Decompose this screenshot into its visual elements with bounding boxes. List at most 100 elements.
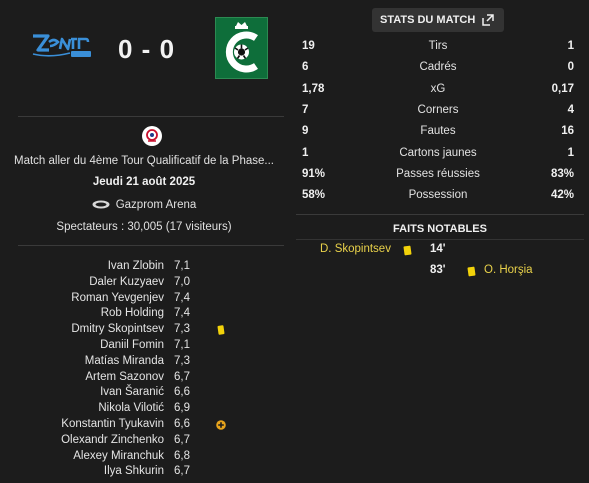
- stadium-info: Gazprom Arena: [0, 199, 288, 211]
- fact-player[interactable]: D. Skopintsev: [320, 243, 391, 255]
- player-name[interactable]: Olexandr Zinchenko: [61, 434, 164, 446]
- expand-icon: [482, 14, 494, 26]
- stat-label: Fautes: [420, 125, 456, 138]
- stat-home-value: 19: [302, 40, 315, 52]
- player-row[interactable]: Ivan Šaranić 6,6: [0, 386, 288, 402]
- player-name[interactable]: Matías Miranda: [85, 355, 164, 367]
- fact-player[interactable]: O. Horşia: [484, 264, 533, 276]
- fact-row: D. Skopintsev 14': [320, 243, 460, 261]
- fact-minute: 14': [430, 243, 446, 255]
- match-date: Jeudi 21 août 2025: [92, 176, 196, 188]
- yellow-card-icon: [403, 245, 412, 256]
- player-row[interactable]: Nikola Vilotić 6,9: [0, 402, 288, 418]
- player-rating: 7,4: [174, 307, 190, 320]
- stat-away-value: 0: [567, 61, 574, 74]
- stat-row: 19 Tirs 1: [302, 40, 574, 58]
- player-row[interactable]: Dmitry Skopintsev 7,3: [0, 323, 288, 339]
- substitution-icon: [216, 420, 226, 430]
- stat-away-value: 16: [561, 125, 574, 138]
- stat-away-value: 1: [567, 146, 574, 159]
- player-rating: 6,7: [174, 433, 190, 446]
- player-row[interactable]: Roman Yevgenjev 7,4: [0, 292, 288, 308]
- player-rating: 7,3: [174, 354, 190, 367]
- match-summary-panel: 0 - 0 Match aller du 4ème Tour Qualifica…: [0, 0, 288, 483]
- player-row[interactable]: Ilya Shkurin 6,7: [0, 465, 288, 481]
- match-score: 0 - 0: [118, 34, 176, 64]
- player-rating: 7,3: [174, 323, 190, 336]
- player-name[interactable]: Ivan Zlobin: [108, 260, 164, 272]
- uefa-competition-icon: [142, 126, 162, 146]
- zenit-club-logo[interactable]: [30, 30, 96, 62]
- player-row[interactable]: Artem Sazonov 6,7: [0, 371, 288, 387]
- player-name[interactable]: Daler Kuzyaev: [89, 276, 164, 288]
- stat-home-value: 7: [302, 103, 309, 116]
- player-name[interactable]: Nikola Vilotić: [98, 402, 164, 414]
- stat-row: 1 Cartons jaunes 1: [302, 147, 574, 165]
- section-divider: [296, 214, 584, 215]
- player-rating: 6,7: [174, 465, 190, 478]
- player-row[interactable]: Konstantin Tyukavin 6,6: [0, 418, 288, 434]
- stat-away-value: 0,17: [551, 82, 574, 95]
- match-stats-button[interactable]: STATS DU MATCH: [372, 8, 504, 32]
- section-divider: [18, 245, 284, 246]
- attendance: Spectateurs : 30,005 (17 visiteurs): [56, 221, 232, 233]
- stat-label: Corners: [417, 103, 459, 116]
- stat-away-value: 1: [567, 40, 574, 52]
- stat-row: 6 Cadrés 0: [302, 61, 574, 79]
- player-row[interactable]: Alexey Miranchuk 6,8: [0, 450, 288, 466]
- player-name[interactable]: Alexey Miranchuk: [73, 450, 164, 462]
- fact-row: 83' O. Horşia: [428, 264, 568, 282]
- section-divider: [18, 116, 284, 117]
- player-name[interactable]: Konstantin Tyukavin: [61, 418, 164, 430]
- player-row[interactable]: Ivan Zlobin 7,1: [0, 260, 288, 276]
- stadium-icon: [92, 200, 110, 209]
- stat-home-value: 6: [302, 61, 309, 74]
- stat-row: 9 Fautes 16: [302, 125, 574, 143]
- player-rating: 7,1: [174, 260, 190, 272]
- player-rating: 6,9: [174, 402, 190, 415]
- fact-minute: 83': [430, 264, 446, 276]
- stat-row: 58% Possession 42%: [302, 189, 574, 207]
- player-row[interactable]: Olexandr Zinchenko 6,7: [0, 434, 288, 450]
- player-rating: 7,1: [174, 339, 190, 351]
- player-rating: 7,0: [174, 275, 190, 288]
- stats-title: STATS DU MATCH: [380, 14, 476, 26]
- player-row[interactable]: Daniil Fomin 7,1: [0, 339, 288, 355]
- stat-home-value: 1,78: [302, 82, 325, 95]
- player-row[interactable]: Rob Holding 7,4: [0, 307, 288, 323]
- player-name[interactable]: Ilya Shkurin: [104, 465, 164, 477]
- player-row[interactable]: Daler Kuzyaev 7,0: [0, 276, 288, 292]
- stat-home-value: 1: [302, 146, 309, 159]
- score-header: 0 - 0: [0, 14, 288, 84]
- player-name[interactable]: Ivan Šaranić: [100, 386, 164, 398]
- yellow-card-icon: [467, 266, 476, 277]
- player-name[interactable]: Dmitry Skopintsev: [71, 323, 164, 335]
- stat-home-value: 58%: [302, 189, 326, 202]
- cercle-brugge-club-logo[interactable]: [215, 17, 268, 79]
- notable-facts-title: FAITS NOTABLES: [393, 223, 487, 235]
- stat-label: Cartons jaunes: [399, 146, 477, 159]
- player-rating: 6,6: [174, 386, 190, 399]
- section-divider: [296, 239, 584, 240]
- stat-label: xG: [430, 82, 446, 95]
- stat-row: 1,78 xG 0,17: [302, 83, 574, 101]
- cercle-crest-icon: [225, 22, 258, 73]
- stat-label: Possession: [408, 189, 468, 202]
- stadium-name: Gazprom Arena: [115, 199, 197, 211]
- player-rating: 7,4: [174, 291, 190, 304]
- player-rating: 6,8: [174, 449, 190, 462]
- player-name[interactable]: Artem Sazonov: [85, 371, 164, 383]
- player-name[interactable]: Roman Yevgenjev: [71, 292, 164, 304]
- stat-home-value: 91%: [302, 167, 326, 180]
- stat-row: 7 Corners 4: [302, 104, 574, 122]
- player-name[interactable]: Daniil Fomin: [100, 339, 164, 351]
- player-rating: 6,7: [174, 370, 190, 383]
- stat-label: Passes réussies: [396, 167, 480, 180]
- player-name[interactable]: Rob Holding: [101, 307, 164, 319]
- stat-label: Tirs: [428, 40, 448, 52]
- stat-away-value: 4: [567, 103, 574, 116]
- stat-label: Cadrés: [419, 61, 457, 74]
- player-row[interactable]: Matías Miranda 7,3: [0, 355, 288, 371]
- stat-away-value: 42%: [550, 189, 574, 202]
- competition-name: Match aller du 4ème Tour Qualificatif de…: [14, 155, 274, 167]
